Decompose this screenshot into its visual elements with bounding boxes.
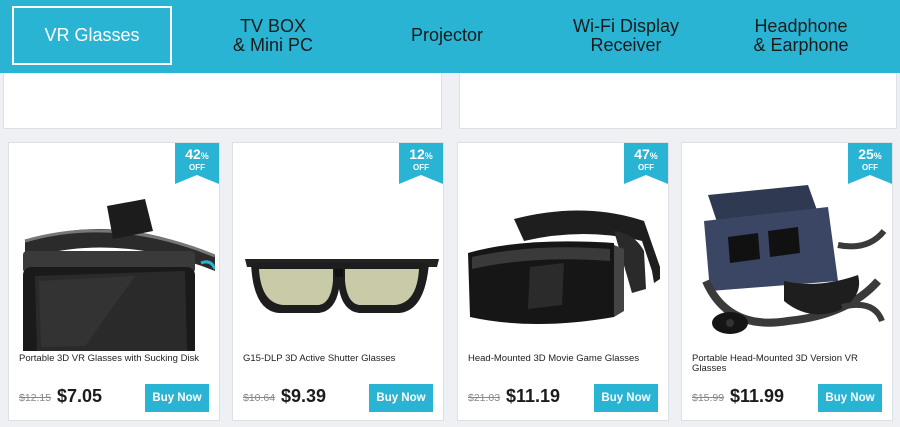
vr-headset-icon[interactable] (15, 171, 215, 351)
buy-now-button[interactable]: Buy Now (145, 384, 209, 412)
tab-label: TV BOX (239, 15, 306, 36)
discount-value: 42 (185, 146, 201, 162)
tab-label-sub: Receiver (590, 34, 662, 55)
discount-value: 12 (409, 146, 425, 162)
tab-label-sub: & Mini PC (232, 34, 313, 55)
tab-wifi-display[interactable]: Wi-Fi Display Receiver (550, 6, 702, 65)
tab-label: VR Glasses (44, 25, 140, 45)
discount-percent-sign: % (873, 151, 882, 161)
shutter-glasses-icon[interactable] (239, 171, 439, 351)
tab-label: Headphone (754, 15, 848, 36)
tab-label: Projector (410, 25, 484, 45)
buy-now-button[interactable]: Buy Now (818, 384, 882, 412)
sale-price: $9.39 (281, 386, 327, 406)
product-title[interactable]: G15-DLP 3D Active Shutter Glasses (243, 354, 433, 364)
original-price: $15.99 (692, 392, 725, 404)
product-card[interactable]: 42% OFF Portable 3D VR Glasses with Suck… (8, 142, 220, 421)
sale-price: $11.19 (506, 386, 561, 406)
vr-headset-remote-icon[interactable] (688, 171, 888, 351)
sale-price: $7.05 (57, 386, 103, 406)
tab-vr-glasses[interactable]: VR Glasses (12, 6, 172, 65)
discount-value: 25 (858, 146, 874, 162)
tab-label: Wi-Fi Display (573, 15, 679, 36)
promo-panel-left (3, 73, 442, 129)
promo-panel-right (459, 73, 897, 129)
tab-headphone[interactable]: Headphone & Earphone (726, 6, 876, 65)
original-price: $12.15 (19, 392, 52, 404)
original-price: $10.64 (243, 392, 276, 404)
product-card[interactable]: 12% OFF G15-DLP 3D Active Shutter Glasse… (232, 142, 444, 421)
tab-projector[interactable]: Projector (372, 6, 522, 65)
product-title[interactable]: Portable 3D VR Glasses with Sucking Disk (19, 354, 209, 364)
discount-percent-sign: % (200, 151, 209, 161)
tab-label-sub: & Earphone (753, 34, 849, 55)
discount-percent-sign: % (649, 151, 658, 161)
product-title[interactable]: Portable Head-Mounted 3D Version VR Glas… (692, 354, 882, 374)
product-card[interactable]: 25% OFF Portable Head-Mounted 3D Version… (681, 142, 893, 421)
product-card[interactable]: 47% OFF Head-Mounted 3D Movie Game Glass… (457, 142, 669, 421)
original-price: $21.03 (468, 392, 501, 404)
vr-headset-icon[interactable] (464, 171, 664, 351)
category-nav: VR Glasses TV BOX & Mini PC Projector Wi… (0, 0, 900, 73)
product-title[interactable]: Head-Mounted 3D Movie Game Glasses (468, 354, 658, 364)
tab-tv-box[interactable]: TV BOX & Mini PC (198, 6, 348, 65)
discount-percent-sign: % (424, 151, 433, 161)
sale-price: $11.99 (730, 386, 785, 406)
discount-value: 47 (634, 146, 650, 162)
buy-now-button[interactable]: Buy Now (369, 384, 433, 412)
buy-now-button[interactable]: Buy Now (594, 384, 658, 412)
